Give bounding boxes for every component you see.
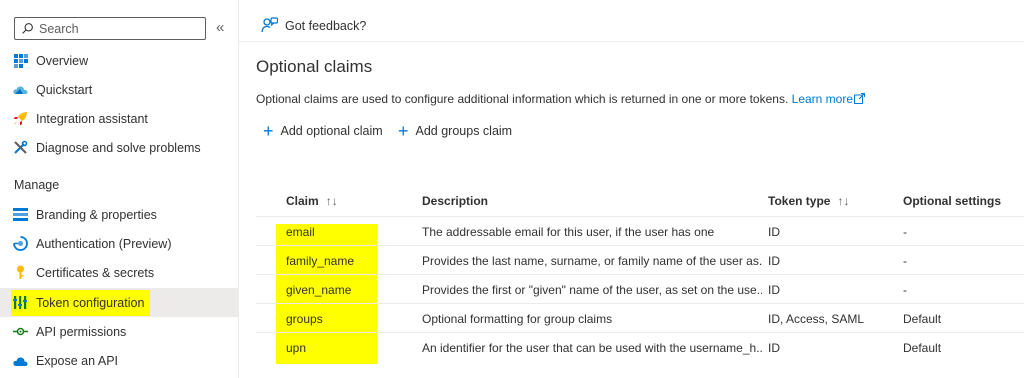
sidebar-item-expose-api[interactable]: Expose an API bbox=[0, 346, 238, 375]
add-groups-claim-label: Add groups claim bbox=[415, 124, 513, 138]
cell-description: Optional formatting for group claims bbox=[422, 311, 613, 326]
search-placeholder: Search bbox=[39, 21, 79, 36]
sidebar-item-certificates[interactable]: Certificates & secrets bbox=[0, 258, 238, 287]
table-row[interactable]: email The addressable email for this use… bbox=[256, 216, 1024, 245]
feedback-label: Got feedback? bbox=[285, 18, 367, 33]
authentication-icon bbox=[13, 236, 28, 251]
sidebar-item-label: Expose an API bbox=[36, 353, 119, 368]
cell-claim: email bbox=[286, 224, 315, 239]
cell-optional-settings: - bbox=[903, 224, 907, 239]
learn-more-label: Learn more bbox=[791, 92, 854, 106]
sort-icon: ↑↓ bbox=[837, 193, 850, 208]
cell-description: An identifier for the user that can be u… bbox=[422, 340, 762, 355]
cell-optional-settings: - bbox=[903, 253, 907, 268]
branding-icon bbox=[13, 207, 28, 222]
cell-token-type: ID bbox=[768, 253, 780, 268]
add-optional-claim-label: Add optional claim bbox=[280, 124, 383, 138]
sort-icon: ↑↓ bbox=[325, 193, 338, 208]
sidebar-item-label: Branding & properties bbox=[36, 207, 157, 222]
column-header-token-type[interactable]: Token type ↑↓ bbox=[768, 186, 888, 215]
cell-token-type: ID bbox=[768, 282, 780, 297]
header-label: Claim bbox=[286, 193, 319, 208]
column-header-optional-settings: Optional settings bbox=[903, 186, 1023, 215]
sidebar-item-label: API permissions bbox=[36, 324, 127, 339]
overview-icon bbox=[13, 53, 28, 68]
collapse-sidebar-button[interactable]: « bbox=[216, 19, 224, 37]
cloud-api-icon bbox=[13, 353, 28, 368]
search-input[interactable]: Search bbox=[14, 17, 206, 40]
key-icon bbox=[13, 265, 28, 280]
cell-token-type: ID, Access, SAML bbox=[768, 311, 865, 326]
cell-optional-settings: Default bbox=[903, 340, 942, 355]
sidebar-item-label: Overview bbox=[36, 53, 89, 68]
feedback-person-icon bbox=[261, 17, 278, 33]
sidebar-item-token-configuration[interactable]: Token configuration bbox=[0, 288, 238, 317]
command-bar: Got feedback? bbox=[239, 0, 1024, 42]
sidebar-item-label: Diagnose and solve problems bbox=[36, 140, 201, 155]
cell-token-type: ID bbox=[768, 224, 780, 239]
external-link-icon bbox=[854, 93, 866, 104]
api-permissions-icon bbox=[13, 324, 28, 339]
sidebar-item-authentication[interactable]: Authentication (Preview) bbox=[0, 229, 238, 258]
plus-icon: + bbox=[398, 121, 409, 141]
header-label: Optional settings bbox=[903, 193, 1002, 208]
sidebar-item-label: Quickstart bbox=[36, 82, 93, 97]
description-text: Optional claims are used to configure ad… bbox=[256, 92, 789, 106]
cell-claim: groups bbox=[286, 311, 323, 326]
learn-more-link[interactable]: Learn more bbox=[791, 92, 866, 106]
table-header-row: Claim ↑↓ Description Token type ↑↓ Optio… bbox=[256, 186, 1024, 215]
table-row[interactable]: given_name Provides the first or "given"… bbox=[256, 274, 1024, 303]
section-heading-manage: Manage bbox=[14, 178, 60, 192]
wrench-icon bbox=[13, 140, 28, 155]
quickstart-cloud-icon bbox=[13, 82, 28, 97]
add-groups-claim-button[interactable]: + Add groups claim bbox=[398, 121, 513, 141]
cell-description: Provides the first or "given" name of th… bbox=[422, 282, 762, 297]
table-row[interactable]: groups Optional formatting for group cla… bbox=[256, 303, 1024, 332]
cell-description: The addressable email for this user, if … bbox=[422, 224, 715, 239]
table-row[interactable]: upn An identifier for the user that can … bbox=[256, 332, 1024, 361]
sidebar-item-overview[interactable]: Overview bbox=[0, 46, 238, 75]
sidebar-item-label: Integration assistant bbox=[36, 111, 148, 126]
column-header-claim[interactable]: Claim ↑↓ bbox=[286, 186, 386, 215]
sidebar-item-branding[interactable]: Branding & properties bbox=[0, 200, 238, 229]
cell-optional-settings: Default bbox=[903, 311, 942, 326]
column-header-description: Description bbox=[422, 186, 762, 215]
rocket-icon bbox=[13, 111, 28, 126]
table-row[interactable]: family_name Provides the last name, surn… bbox=[256, 245, 1024, 274]
got-feedback-button[interactable]: Got feedback? bbox=[261, 17, 366, 34]
cell-optional-settings: - bbox=[903, 282, 907, 297]
page-title: Optional claims bbox=[256, 57, 373, 76]
sidebar-item-integration-assistant[interactable]: Integration assistant bbox=[0, 104, 238, 133]
sidebar-item-label: Certificates & secrets bbox=[36, 265, 155, 280]
sidebar: Search « Overview Quickstart Integration… bbox=[0, 0, 238, 378]
page-description: Optional claims are used to configure ad… bbox=[256, 92, 866, 106]
sidebar-item-label: Token configuration bbox=[36, 295, 145, 310]
cell-claim: upn bbox=[286, 340, 307, 355]
sidebar-item-quickstart[interactable]: Quickstart bbox=[0, 75, 238, 104]
main-content: Got feedback? Optional claims Optional c… bbox=[239, 0, 1024, 378]
search-icon bbox=[22, 23, 33, 34]
sidebar-item-diagnose[interactable]: Diagnose and solve problems bbox=[0, 133, 238, 162]
sidebar-item-label: Authentication (Preview) bbox=[36, 236, 172, 251]
cell-claim: family_name bbox=[286, 253, 355, 268]
header-label: Token type bbox=[768, 193, 831, 208]
cell-token-type: ID bbox=[768, 340, 780, 355]
plus-icon: + bbox=[263, 121, 274, 141]
header-label: Description bbox=[422, 193, 489, 208]
add-optional-claim-button[interactable]: + Add optional claim bbox=[263, 121, 383, 141]
token-bars-icon bbox=[13, 295, 28, 310]
sidebar-item-api-permissions[interactable]: API permissions bbox=[0, 317, 238, 346]
cell-description: Provides the last name, surname, or fami… bbox=[422, 253, 762, 268]
cell-claim: given_name bbox=[286, 282, 352, 297]
